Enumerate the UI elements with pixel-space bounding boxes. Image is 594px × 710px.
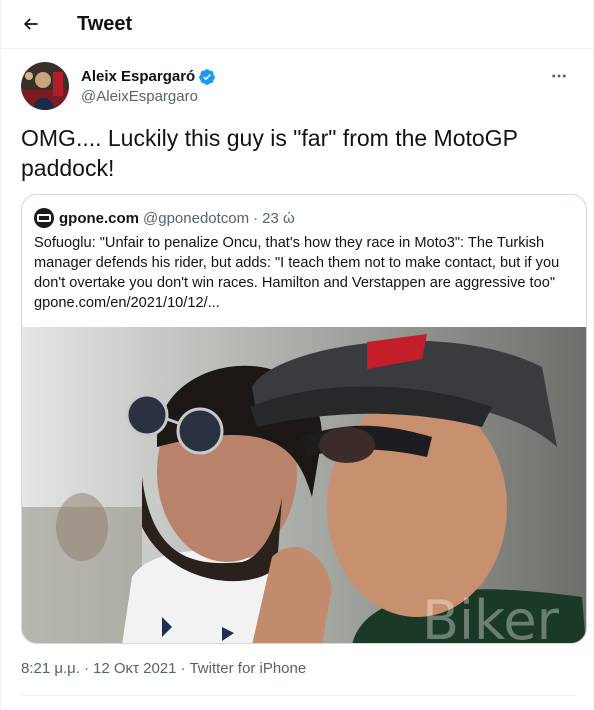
quoted-photo[interactable]: Biker (22, 327, 586, 644)
quoted-text: Sofuoglu: "Unfair to penalize Oncu, that… (34, 235, 560, 311)
meta-separator: · (83, 660, 89, 677)
quoted-tweet[interactable]: gpone.com @gponedotcom · 23 ώ Sofuoglu: … (21, 194, 587, 644)
tweet-text: OMG.... Luckily this guy is "far" from t… (21, 125, 518, 181)
quoted-separator: · (253, 209, 259, 227)
quoted-handle: @gponedotcom (143, 209, 250, 227)
tweet-source[interactable]: Twitter for iPhone (189, 660, 306, 677)
author-display-name[interactable]: Aleix Espargaró (81, 68, 195, 85)
verified-badge-icon (198, 68, 216, 86)
quoted-display-name: gpone.com (59, 209, 140, 227)
gpone-logo-icon (34, 208, 54, 228)
divider (21, 695, 577, 696)
tweet-meta: 8:21 μ.μ. · 12 Οκτ 2021 · Twitter for iP… (21, 660, 306, 677)
avatar[interactable] (21, 62, 69, 110)
arrow-left-icon (23, 18, 38, 30)
top-bar: Tweet (1, 0, 594, 49)
more-options-button[interactable] (545, 62, 573, 90)
tweet-date[interactable]: 12 Οκτ 2021 (93, 660, 176, 677)
quoted-tweet-header: gpone.com @gponedotcom · 23 ώ (34, 208, 295, 228)
tweet-timestamp[interactable]: 8:21 μ.μ. (21, 660, 80, 677)
photo-watermark: Biker (422, 589, 560, 644)
meta-separator: · (180, 660, 186, 677)
quoted-timestamp: 23 ώ (262, 209, 295, 227)
tweet-page: Tweet Aleix Espargaró @AleixEspargaro OM… (0, 0, 594, 710)
author-handle[interactable]: @AleixEspargaro (81, 88, 216, 105)
more-dots-icon (552, 74, 566, 78)
tweet-author: Aleix Espargaró @AleixEspargaro (21, 60, 577, 112)
page-title: Tweet (77, 12, 133, 35)
back-button[interactable] (13, 6, 49, 42)
